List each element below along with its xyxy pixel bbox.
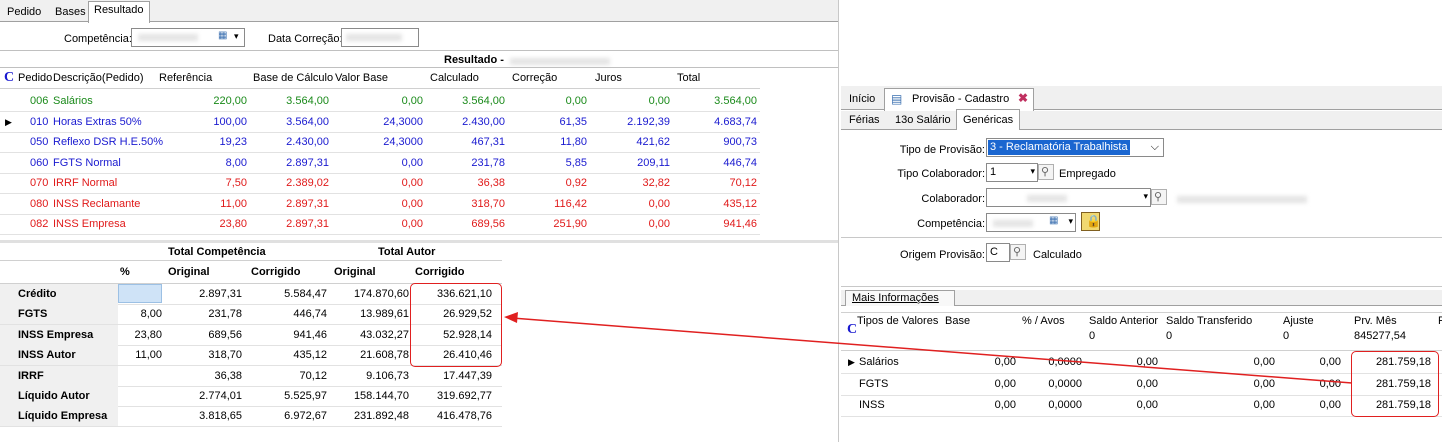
comparison-arrow bbox=[504, 312, 1353, 384]
